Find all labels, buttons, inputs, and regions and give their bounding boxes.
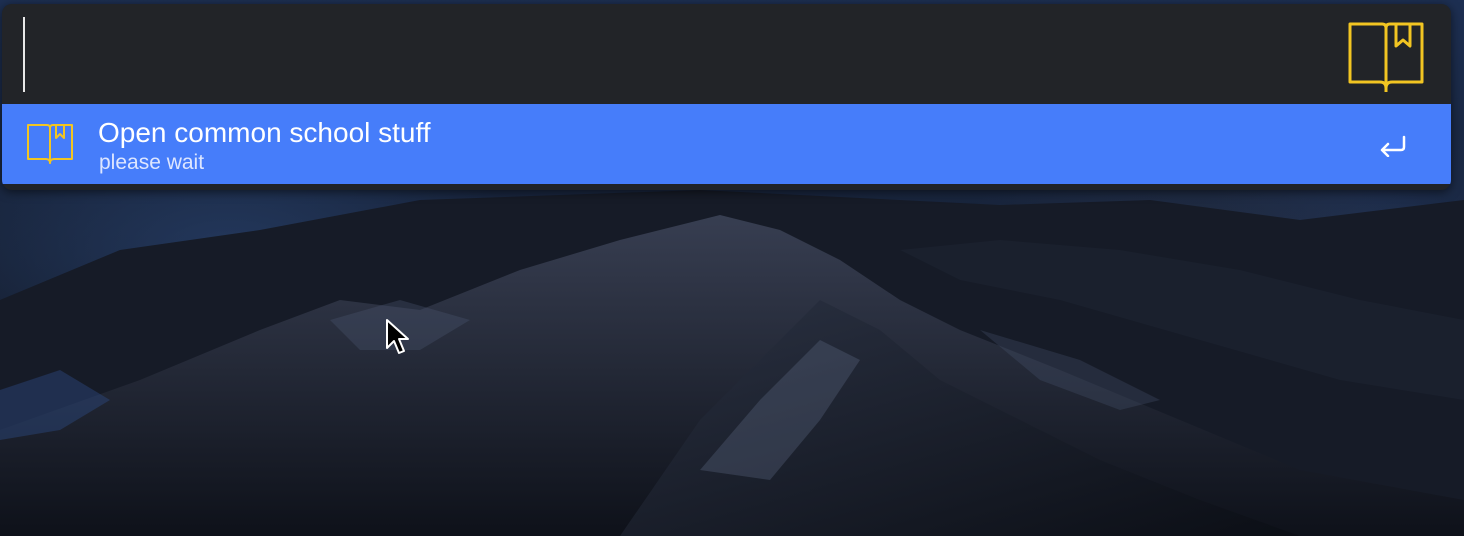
search-bar: [2, 4, 1451, 104]
enter-return-icon: [1380, 135, 1406, 157]
mouse-pointer-icon: [386, 319, 409, 354]
results-list: Open common school stuff please wait: [2, 104, 1451, 184]
result-title: Open common school stuff: [98, 117, 431, 148]
launcher-window: Open common school stuff please wait: [2, 4, 1451, 190]
result-item-selected[interactable]: Open common school stuff please wait: [2, 104, 1451, 184]
result-subtitle: please wait: [99, 151, 205, 174]
book-bookmark-icon: [27, 124, 73, 164]
text-caret: [23, 17, 25, 92]
book-bookmark-icon: [1348, 22, 1424, 92]
search-input[interactable]: [20, 12, 1320, 94]
